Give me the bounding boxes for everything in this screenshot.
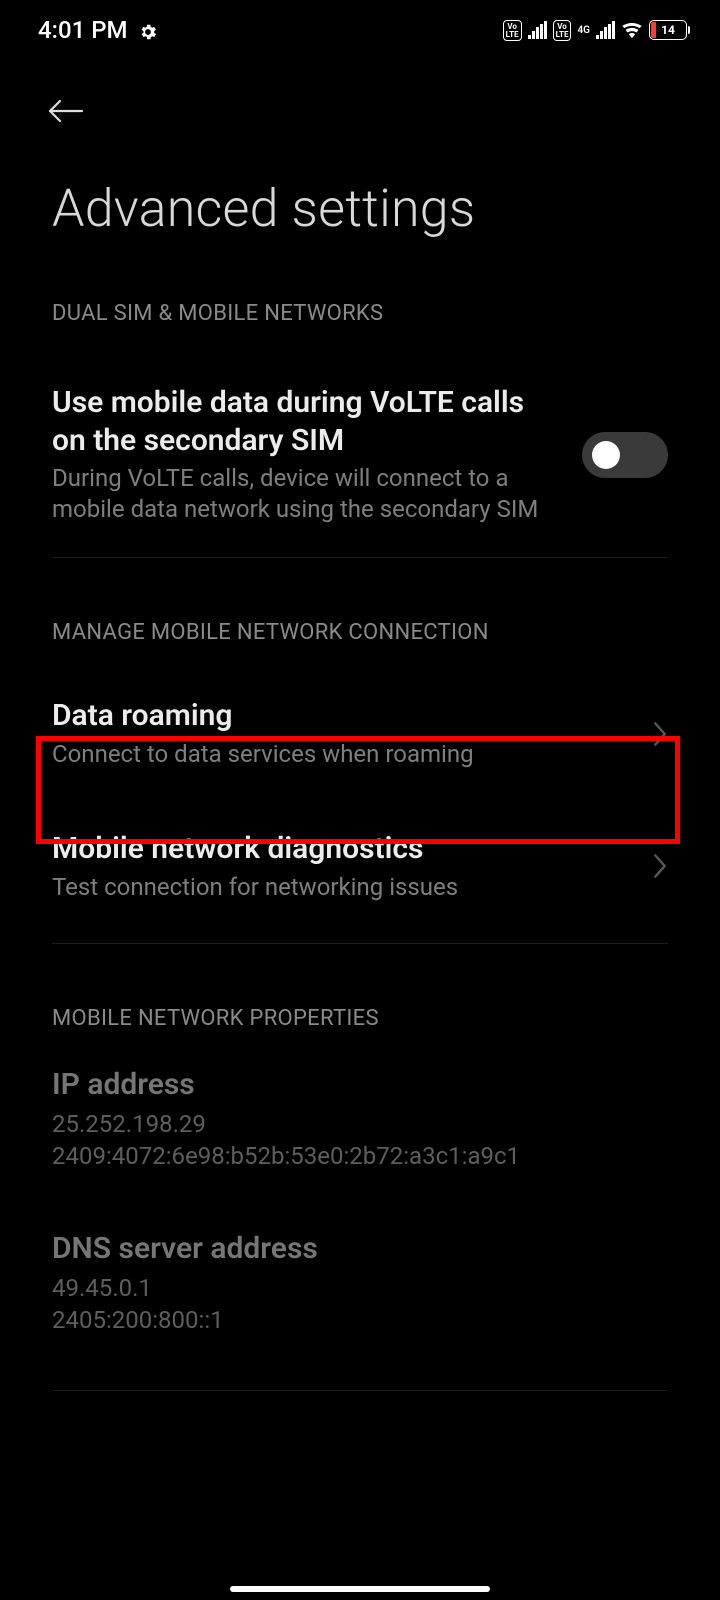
volte-badge-icon: VoLTE (553, 20, 572, 41)
row-subtitle: Test connection for networking issues (52, 872, 636, 903)
row-data-roaming[interactable]: Data roaming Connect to data services wh… (52, 675, 668, 792)
volte-badge-icon: VoLTE (503, 20, 522, 41)
property-value-ipv4: 25.252.198.29 (52, 1108, 668, 1140)
status-left: 4:01 PM (38, 16, 158, 44)
row-volte-secondary-sim[interactable]: Use mobile data during VoLTE calls on th… (52, 356, 668, 555)
gear-icon (138, 20, 158, 40)
divider (52, 1390, 668, 1391)
battery-icon: 14 (649, 20, 690, 40)
property-value-ipv6: 2405:200:800::1 (52, 1304, 668, 1336)
status-bar: 4:01 PM VoLTE VoLTE 4G 14 (0, 0, 720, 60)
arrow-left-icon (48, 98, 84, 124)
divider (52, 943, 668, 944)
property-value-ipv6: 2409:4072:6e98:b52b:53e0:2b72:a3c1:a9c1 (52, 1140, 668, 1172)
row-network-diagnostics[interactable]: Mobile network diagnostics Test connecti… (52, 792, 668, 941)
property-title: DNS server address (52, 1231, 668, 1266)
divider (52, 557, 668, 558)
status-time: 4:01 PM (38, 16, 128, 44)
row-title: Mobile network diagnostics (52, 830, 636, 868)
page-title: Advanced settings (0, 128, 720, 239)
property-ip-address: IP address 25.252.198.29 2409:4072:6e98:… (52, 1067, 668, 1183)
back-button[interactable] (48, 109, 84, 128)
signal-icon (528, 21, 547, 39)
property-dns-address: DNS server address 49.45.0.1 2405:200:80… (52, 1231, 668, 1347)
section-header-manage-connection: MANAGE MOBILE NETWORK CONNECTION (52, 620, 668, 645)
property-title: IP address (52, 1067, 668, 1102)
network-type-label: 4G (577, 26, 590, 35)
toggle-volte-secondary-sim[interactable] (582, 432, 668, 478)
row-title: Use mobile data during VoLTE calls on th… (52, 384, 562, 459)
chevron-right-icon (652, 721, 668, 747)
wifi-icon (621, 19, 643, 41)
row-title: Data roaming (52, 697, 636, 735)
row-subtitle: Connect to data services when roaming (52, 739, 636, 770)
chevron-right-icon (652, 853, 668, 879)
section-header-dual-sim: DUAL SIM & MOBILE NETWORKS (52, 301, 668, 326)
home-indicator[interactable] (230, 1586, 490, 1592)
battery-percent: 14 (661, 23, 675, 37)
signal-icon (596, 21, 615, 39)
section-header-network-properties: MOBILE NETWORK PROPERTIES (52, 1006, 668, 1031)
status-right: VoLTE VoLTE 4G 14 (503, 19, 690, 41)
row-subtitle: During VoLTE calls, device will connect … (52, 463, 562, 525)
property-value-ipv4: 49.45.0.1 (52, 1272, 668, 1304)
